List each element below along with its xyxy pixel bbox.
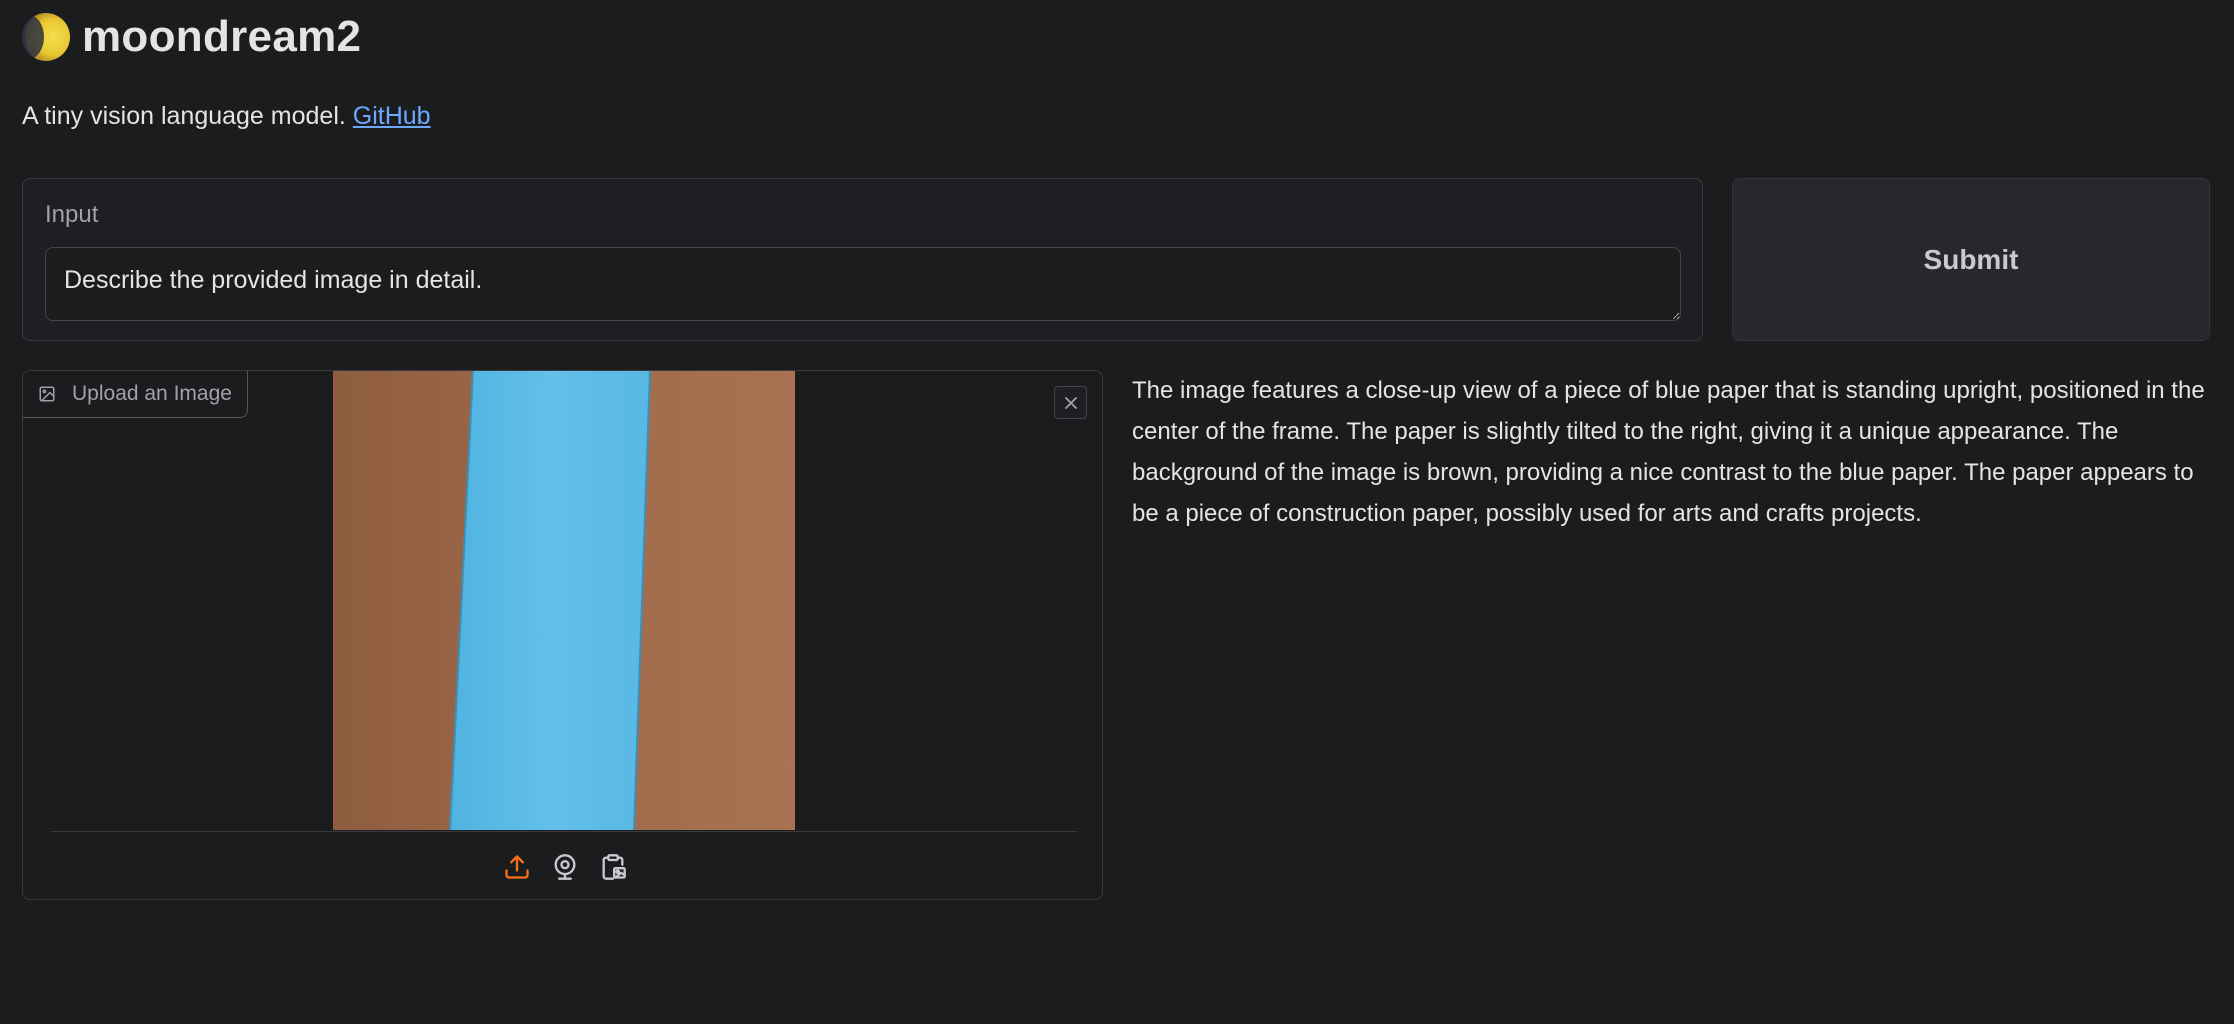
uploaded-image bbox=[333, 371, 795, 830]
app-root: moondream2 A tiny vision language model.… bbox=[0, 0, 2234, 1024]
input-panel: Input bbox=[22, 178, 1703, 341]
image-upload-panel: Upload an Image bbox=[22, 370, 1103, 900]
close-icon bbox=[1064, 396, 1077, 409]
toolbar-divider bbox=[51, 831, 1077, 832]
input-label: Input bbox=[45, 201, 99, 228]
moon-logo-icon bbox=[22, 13, 70, 61]
upload-button[interactable] bbox=[500, 850, 534, 884]
image-icon bbox=[39, 386, 55, 402]
upload-tab-label: Upload an Image bbox=[72, 382, 232, 405]
subtitle: A tiny vision language model. GitHub bbox=[22, 102, 431, 131]
page-title: moondream2 bbox=[82, 12, 362, 61]
clipboard-button[interactable] bbox=[596, 850, 630, 884]
prompt-input[interactable] bbox=[45, 247, 1681, 321]
clear-image-button[interactable] bbox=[1054, 386, 1087, 419]
model-output-text: The image features a close-up view of a … bbox=[1132, 377, 2205, 527]
subtitle-text: A tiny vision language model. bbox=[22, 102, 346, 130]
upload-icon bbox=[505, 855, 529, 879]
github-link[interactable]: GitHub bbox=[353, 102, 431, 130]
clipboard-icon bbox=[602, 854, 626, 880]
webcam-button[interactable] bbox=[548, 850, 582, 884]
webcam-icon bbox=[554, 854, 576, 880]
image-source-toolbar bbox=[500, 850, 630, 884]
upload-image-tab[interactable]: Upload an Image bbox=[23, 371, 248, 418]
submit-button[interactable]: Submit bbox=[1732, 178, 2210, 341]
blue-paper-photo bbox=[333, 371, 795, 830]
header: moondream2 bbox=[22, 12, 361, 62]
